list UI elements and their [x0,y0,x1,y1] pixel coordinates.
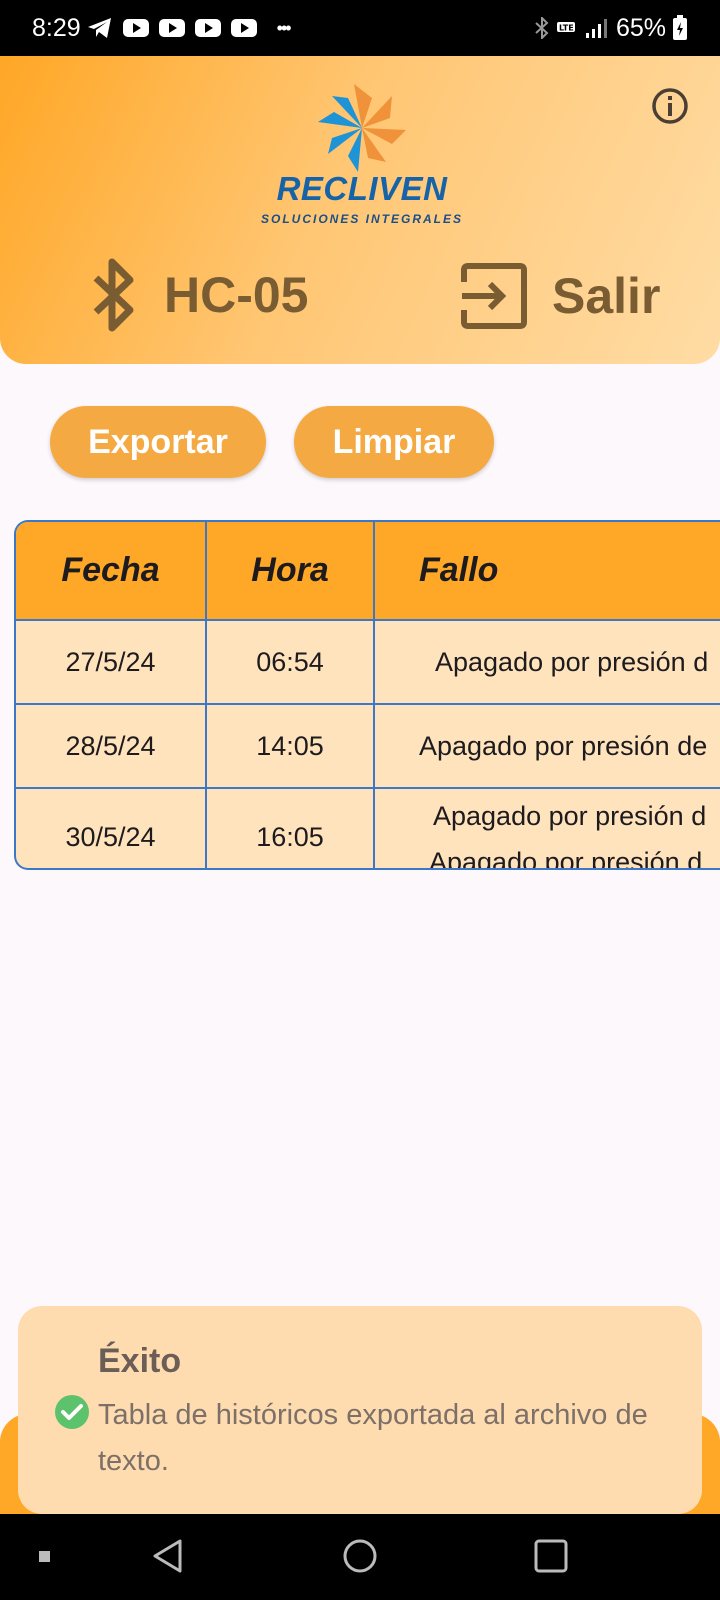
status-time: 8:29 [32,13,81,42]
home-icon[interactable] [343,1539,377,1573]
telegram-icon [87,18,111,38]
fault-line: Apagado por presión d [429,847,703,870]
cell-date: 27/5/24 [16,619,207,705]
export-button[interactable]: Exportar [50,406,266,478]
back-icon[interactable] [153,1539,182,1573]
status-bar: 8:29 ••• LTE 65% [0,0,720,56]
logo-subtitle: SOLUCIONES INTEGRALES [260,212,463,226]
signal-icon [585,19,607,38]
battery-percent: 65% [615,13,666,42]
cell-fault: Apagado por presión de [373,703,720,789]
logout-button[interactable]: Salir [460,262,660,330]
bluetooth-device[interactable]: HC-05 [90,258,308,332]
success-toast[interactable]: Éxito Tabla de históricos exportada al a… [18,1306,702,1514]
toast-message: Tabla de históricos exportada al archivo… [98,1399,648,1477]
history-table[interactable]: Fecha Hora Fallo 27/5/24 06:54 Apagado p… [14,520,720,870]
cell-time: 06:54 [205,619,375,705]
youtube-icon [158,19,185,37]
more-icon: ••• [276,17,292,38]
cell-time: 14:05 [205,703,375,789]
table-row[interactable]: 30/5/24 16:05 Apagado por presión d Apag… [16,787,720,870]
logout-label: Salir [552,268,661,324]
nav-bar-icons [39,1539,568,1573]
column-header-time: Hora [205,522,375,621]
lte-icon: LTE [556,22,575,33]
svg-text:LTE: LTE [559,24,574,33]
check-circle-icon [55,1395,89,1429]
table-row[interactable]: 28/5/24 14:05 Apagado por presión de [16,703,720,789]
info-icon[interactable] [650,86,690,126]
table-header-row: Fecha Hora Fallo [16,522,720,621]
system-nav-bar [0,1514,720,1600]
fault-line: Apagado por presión d [433,801,707,831]
app-header: RECLIVEN SOLUCIONES INTEGRALES HC-05 Sal… [0,56,720,364]
cell-date: 30/5/24 [16,787,207,868]
bluetooth-icon [535,17,549,39]
youtube-icon [122,19,149,37]
youtube-icon [230,19,257,37]
battery-icon [673,15,687,40]
cell-fault: Apagado por presión d [373,619,720,705]
cell-date: 28/5/24 [16,703,207,789]
overview-icon[interactable] [534,1539,568,1573]
status-left: 8:29 ••• [32,13,292,43]
device-name: HC-05 [164,267,309,323]
status-right: LTE 65% [534,14,688,43]
clear-button[interactable]: Limpiar [294,406,494,478]
cell-fault: Apagado por presión d Apagado por presió… [373,787,720,870]
bluetooth-icon [93,258,134,332]
column-header-date: Fecha [16,522,207,621]
toast-title: Éxito [98,1342,182,1380]
logo-text: RECLIVEN [276,170,448,207]
exit-icon [461,263,527,329]
cell-time: 16:05 [205,787,375,868]
column-header-fault: Fallo [373,522,720,621]
youtube-icon [194,19,221,37]
table-row[interactable]: 27/5/24 06:54 Apagado por presión d [16,619,720,705]
recents-dot-icon[interactable] [39,1551,50,1562]
